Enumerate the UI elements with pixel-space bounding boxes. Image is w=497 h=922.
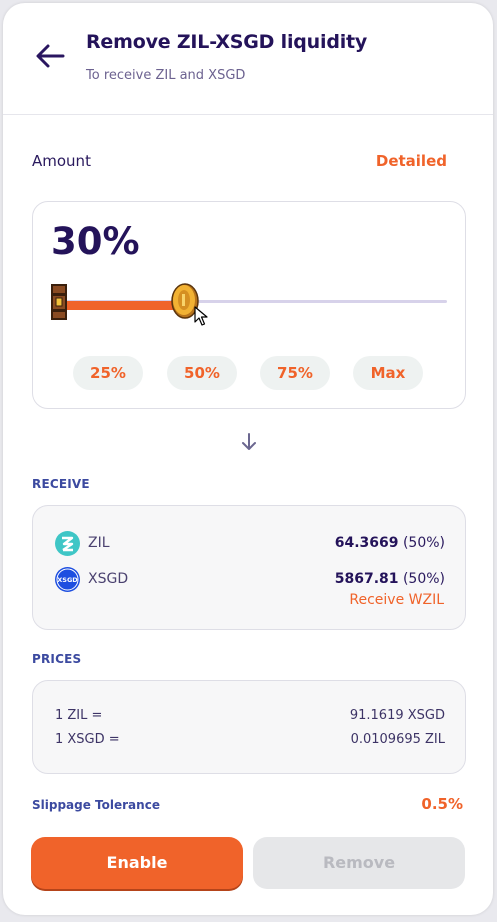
slider-fill (61, 301, 185, 310)
receive-wzil-link[interactable]: Receive WZIL (349, 592, 444, 608)
price-lhs: 1 ZIL = (55, 708, 103, 723)
price-rhs: 91.1619 XSGD (349, 708, 445, 723)
amount-panel: 30% 25% 50% 75% Max (32, 201, 466, 409)
preset-75-button[interactable]: 75% (260, 356, 330, 390)
percent-value: 30% (51, 220, 140, 263)
arrow-left-icon (36, 44, 65, 68)
header: Remove ZIL-XSGD liquidity To receive ZIL… (3, 3, 493, 115)
enable-button[interactable]: Enable (31, 837, 243, 889)
price-lhs: 1 XSGD = (55, 732, 120, 747)
arrow-down-icon (242, 433, 256, 450)
prices-panel: 1 ZIL = 91.1619 XSGD 1 XSGD = 0.0109695 … (32, 680, 466, 774)
token-amount: 64.3669 (50%) (334, 535, 445, 551)
zil-icon (55, 531, 80, 556)
preset-buttons: 25% 50% 75% Max (73, 356, 433, 390)
preset-25-button[interactable]: 25% (73, 356, 143, 390)
page-title: Remove ZIL-XSGD liquidity (86, 31, 368, 53)
receive-row-zil: ZIL 64.3669 (50%) (55, 531, 445, 557)
amount-slider[interactable] (51, 280, 447, 326)
token-name: ZIL (88, 535, 110, 551)
mouse-cursor-icon (194, 306, 208, 326)
page-subtitle: To receive ZIL and XSGD (86, 68, 246, 83)
receive-row-xsgd: XSGD XSGD 5867.81 (50%) (55, 567, 445, 593)
slippage-label: Slippage Tolerance (32, 798, 160, 812)
receive-panel: ZIL 64.3669 (50%) XSGD XSGD 5867.81 (50%… (32, 505, 466, 630)
preset-50-button[interactable]: 50% (167, 356, 237, 390)
amount-label: Amount (32, 152, 91, 170)
preset-max-button[interactable]: Max (353, 356, 423, 390)
receive-label: RECEIVE (32, 477, 90, 491)
price-rhs: 0.0109695 ZIL (350, 732, 445, 747)
remove-button: Remove (253, 837, 465, 889)
xsgd-icon: XSGD (55, 567, 80, 592)
back-button[interactable] (33, 41, 67, 71)
svg-text:XSGD: XSGD (57, 576, 78, 584)
token-amount: 5867.81 (50%) (334, 571, 445, 587)
remove-liquidity-card: Remove ZIL-XSGD liquidity To receive ZIL… (3, 3, 493, 915)
treasure-chest-icon (51, 284, 67, 320)
prices-label: PRICES (32, 652, 82, 666)
slippage-value[interactable]: 0.5% (421, 795, 463, 813)
detailed-toggle[interactable]: Detailed (376, 152, 447, 170)
token-name: XSGD (88, 571, 129, 587)
